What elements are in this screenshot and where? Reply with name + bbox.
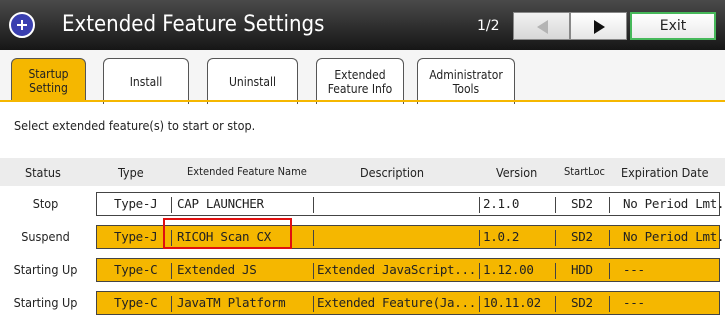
tab-administrator-tools[interactable]: Administrator Tools xyxy=(417,58,515,104)
row-description: Extended Feature(Ja... xyxy=(317,295,476,310)
tab-extended-feature-info[interactable]: Extended Feature Info xyxy=(316,58,404,104)
column-header-expiration: Expiration Date xyxy=(621,165,709,180)
tab-label: Uninstall xyxy=(228,74,277,89)
row-name: JavaTM Platform xyxy=(177,295,286,310)
row-bar[interactable]: Type-C Extended JS Extended JavaScript..… xyxy=(96,258,720,282)
row-version: 1.12.00 xyxy=(483,262,534,277)
column-divider xyxy=(609,197,610,213)
column-header-name: Extended Feature Name xyxy=(187,165,307,178)
row-expiration: --- xyxy=(623,262,645,277)
tab-underline xyxy=(0,100,725,102)
row-expiration: No Period Lmt. xyxy=(623,196,725,211)
table-row[interactable]: Starting Up Type-C JavaTM Platform Exten… xyxy=(0,286,725,319)
row-version: 2.1.0 xyxy=(483,196,520,211)
highlight-box xyxy=(163,218,292,249)
arrow-left-icon xyxy=(537,20,548,34)
column-divider xyxy=(313,263,314,279)
column-divider xyxy=(555,296,556,312)
row-startloc: SD2 xyxy=(571,229,593,244)
row-expiration: --- xyxy=(623,295,645,310)
row-status: Starting Up xyxy=(13,262,78,277)
row-description: Extended JavaScript... xyxy=(317,262,476,277)
tab-uninstall[interactable]: Uninstall xyxy=(207,58,298,104)
row-bar[interactable]: Type-C JavaTM Platform Extended Feature(… xyxy=(96,291,720,315)
tab-label: Extended Feature Info xyxy=(327,67,393,96)
row-version: 10.11.02 xyxy=(483,295,541,310)
column-header-startloc: StartLoc xyxy=(564,165,605,178)
row-startloc: SD2 xyxy=(571,196,593,211)
row-startloc: SD2 xyxy=(571,295,593,310)
tab-install[interactable]: Install xyxy=(103,58,189,104)
tab-label: Startup Setting xyxy=(28,66,69,95)
column-divider xyxy=(171,263,172,279)
row-expiration: No Period Lmt. xyxy=(623,229,725,244)
column-divider xyxy=(479,230,480,246)
page-indicator: 1/2 xyxy=(477,18,500,34)
column-divider xyxy=(555,263,556,279)
column-divider xyxy=(171,197,172,213)
column-divider xyxy=(479,296,480,312)
table-row[interactable]: Suspend Type-J RICOH Scan CX 1.0.2 SD2 N… xyxy=(0,220,725,253)
column-header-status: Status xyxy=(25,165,61,180)
row-status: Suspend xyxy=(21,229,70,244)
arrow-right-icon xyxy=(594,20,605,34)
tab-startup-setting[interactable]: Startup Setting xyxy=(11,58,86,102)
column-divider xyxy=(313,197,314,213)
row-name: Extended JS xyxy=(177,262,257,277)
tab-strip: Startup Setting Install Uninstall Extend… xyxy=(0,50,725,104)
row-bar[interactable]: Type-J CAP LAUNCHER 2.1.0 SD2 No Period … xyxy=(96,192,724,216)
tab-label: Administrator Tools xyxy=(429,67,503,96)
row-type: Type-C xyxy=(114,262,158,277)
row-status: Stop xyxy=(32,196,59,211)
table-row[interactable]: Starting Up Type-C Extended JS Extended … xyxy=(0,253,725,286)
row-startloc: HDD xyxy=(571,262,593,277)
page-title: Extended Feature Settings xyxy=(62,12,325,37)
column-divider xyxy=(171,296,172,312)
table-row[interactable]: Stop Type-J CAP LAUNCHER 2.1.0 SD2 No Pe… xyxy=(0,187,725,220)
column-divider xyxy=(479,197,480,213)
instruction-text: Select extended feature(s) to start or s… xyxy=(14,118,256,133)
column-divider xyxy=(313,296,314,312)
column-header-description: Description xyxy=(360,165,425,180)
column-divider xyxy=(609,230,610,246)
row-name: CAP LAUNCHER xyxy=(177,196,264,211)
row-version: 1.0.2 xyxy=(483,229,520,244)
column-header-version: Version xyxy=(496,165,538,180)
column-divider xyxy=(609,263,610,279)
column-divider xyxy=(555,197,556,213)
row-type: Type-J xyxy=(114,196,158,211)
column-divider xyxy=(479,263,480,279)
table-header: Status Type Extended Feature Name Descri… xyxy=(0,158,725,186)
extended-feature-icon xyxy=(9,12,35,38)
row-status: Starting Up xyxy=(13,295,78,310)
column-divider xyxy=(609,296,610,312)
tab-label: Install xyxy=(129,74,163,89)
column-divider xyxy=(313,230,314,246)
previous-page-button[interactable] xyxy=(513,12,570,40)
next-page-button[interactable] xyxy=(570,12,627,40)
exit-button[interactable]: Exit xyxy=(630,12,716,40)
row-type: Type-J xyxy=(114,229,158,244)
column-divider xyxy=(555,230,556,246)
title-bar: Extended Feature Settings 1/2 Exit xyxy=(0,0,725,50)
column-header-type: Type xyxy=(118,165,144,180)
row-type: Type-C xyxy=(114,295,158,310)
